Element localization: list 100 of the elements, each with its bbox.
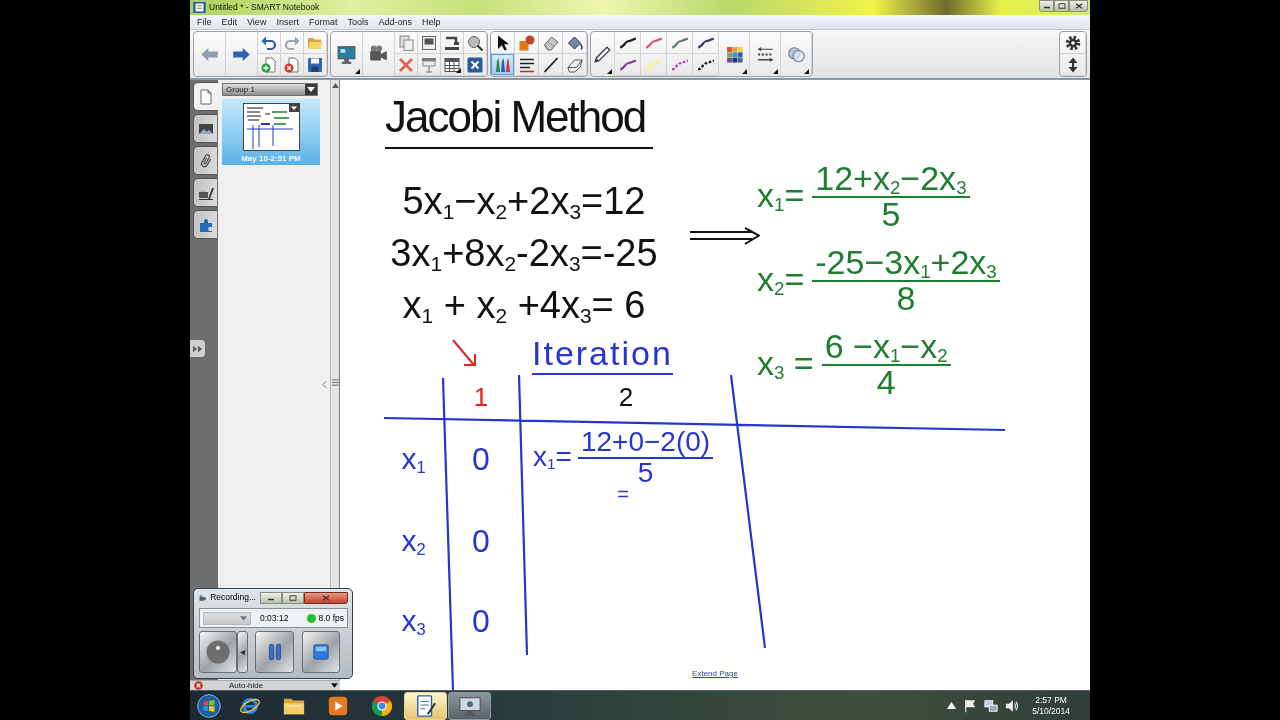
denominator-text: 8 [896,283,916,313]
minimize-button[interactable] [1039,0,1054,12]
taskbar-button[interactable] [448,691,491,720]
undo-button[interactable] [258,32,281,54]
denominator-text: 4 [876,367,896,397]
value-text: 0 [472,525,490,557]
equation-text: x$_{1}$= [533,443,572,471]
side-tab[interactable] [193,82,218,111]
fill-tool-button[interactable] [563,32,587,54]
line-style-icon [756,45,774,63]
dropdown-arrow-icon [742,69,747,74]
maximize-button[interactable] [282,591,304,604]
options-button[interactable] [237,631,248,673]
screen-shade-button[interactable] [418,32,441,54]
shapes-tool-button[interactable] [515,32,539,54]
add-page-icon [261,56,277,73]
play-icon [326,694,349,717]
menu-item[interactable]: Add-ons [373,15,417,29]
stand-button[interactable] [441,32,464,54]
table-button[interactable] [441,54,464,76]
equation-text: x$_{2}$= [757,262,805,296]
dropdown-arrow-icon [607,69,612,74]
dial-icon [206,640,230,664]
delete-button[interactable] [395,54,418,76]
stand-icon [444,34,460,51]
maximize-button[interactable] [1054,0,1069,12]
equation-text: 3x$_{1}$+8x$_{2}$-2x$_{3}$=-25 [389,231,659,277]
taskbar-button[interactable] [404,691,447,720]
menu-item[interactable]: File [192,15,217,29]
caret-icon [331,683,338,688]
extend-page-link[interactable]: Extend Page [692,669,738,678]
delete-page-button[interactable] [281,54,304,76]
value-text: 0 [472,443,490,475]
menu-item[interactable]: View [242,15,272,29]
side-tab[interactable] [193,114,217,143]
title-text: Jacobi Method [385,95,654,149]
heading-text: Iteration [532,336,673,375]
up-arrow-icon [331,83,339,88]
notebook-icon [414,694,437,717]
add-page-button[interactable] [258,54,281,76]
window-title: Recording... [210,592,256,603]
equation-text: x$_{3}$ = [757,346,814,380]
magnifier-icon [467,34,483,51]
expand-button[interactable] [190,340,205,357]
stop-button[interactable] [302,631,340,673]
close-button[interactable] [304,591,348,604]
eraser-icon [566,56,583,73]
side-tab[interactable] [193,210,217,239]
save-icon [307,56,323,73]
projection-screen-button[interactable] [418,54,441,76]
menu-item[interactable]: Tools [342,15,374,29]
eraser-icon [542,34,559,51]
close-button[interactable] [1069,0,1088,12]
caret-icon [240,649,245,655]
side-tab[interactable] [193,146,217,175]
line-tool-button[interactable] [539,54,563,76]
equals-sign-text: = [617,486,629,502]
move-toolbar-button[interactable] [1060,54,1086,76]
pens-tool-button[interactable] [491,54,515,76]
close-icon [1074,3,1083,9]
screen-icon [421,34,437,51]
text-tool-button[interactable] [515,54,539,76]
pen-icon [593,45,612,63]
column-header: 1 [473,383,489,410]
maximize-icon [1057,3,1066,9]
grip-icon [331,379,339,386]
page-thumbnail [242,103,300,151]
caret-icon [240,615,247,621]
x-box-icon [467,56,483,73]
row-label: x$_{3}$ [401,606,426,636]
pause-button[interactable] [255,631,294,673]
group-dropdown[interactable]: Group 1 [222,83,318,96]
settings-icon [1064,34,1081,51]
menu-item[interactable]: Edit [216,15,243,29]
window-title: Untitled * - SMART Notebook [209,1,320,14]
menu-item[interactable]: Insert [271,15,304,29]
paint-bucket-icon [566,34,583,51]
shapes-icon [518,34,535,51]
menu-item[interactable]: Help [416,15,446,29]
puzzle-icon [197,216,214,233]
eraser-tool-button[interactable] [539,32,563,54]
x-box-button[interactable] [464,54,487,76]
value-text: 0 [472,605,490,637]
dropdown-arrow-icon [773,69,778,74]
side-tab[interactable] [193,178,217,207]
menu-item[interactable]: Format [303,15,343,29]
dropdown-arrow-icon [804,69,809,74]
save-button[interactable] [304,54,327,76]
undo-icon [261,34,277,51]
magnifier-button[interactable] [464,32,487,54]
circles-icon [787,45,805,63]
pen-button[interactable] [591,32,615,76]
equation-text: x$_{1}$= [757,178,805,212]
start-orb-icon [197,693,221,718]
settings-button[interactable] [1060,32,1086,54]
shape-eraser-button[interactable] [563,54,587,76]
row-label: x$_{1}$ [401,444,426,474]
dropdown-arrow-icon [355,69,360,74]
flag-icon [963,698,978,713]
record-button[interactable] [199,631,237,673]
